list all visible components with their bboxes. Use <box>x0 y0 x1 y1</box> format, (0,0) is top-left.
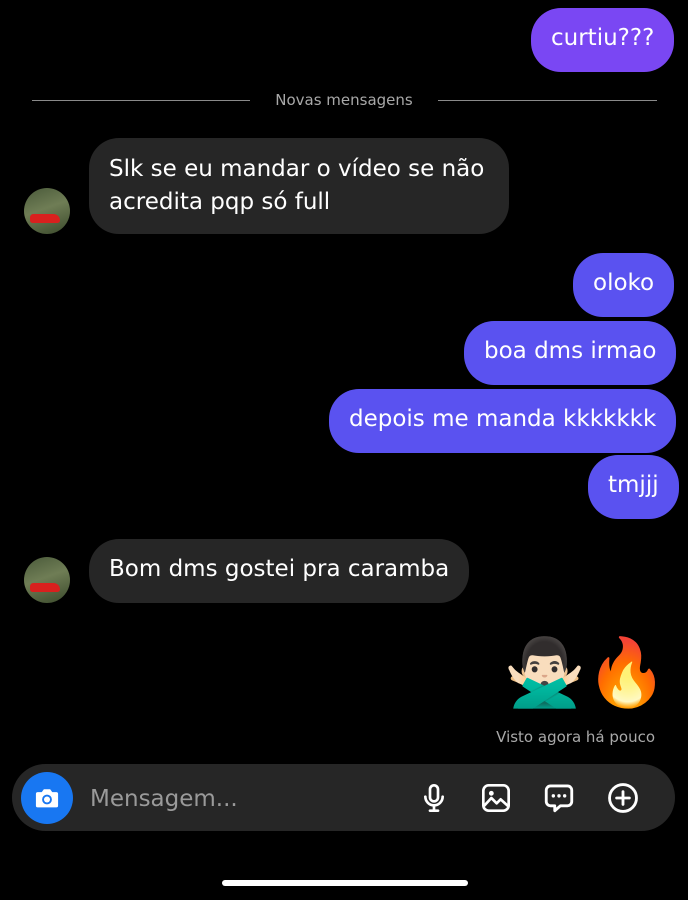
message-bubble-outgoing[interactable]: curtiu??? <box>531 8 675 72</box>
sticker-icon <box>544 784 574 813</box>
message-input[interactable] <box>88 781 392 817</box>
microphone-icon <box>424 784 444 812</box>
camera-button[interactable] <box>21 772 73 824</box>
camera-icon <box>35 789 59 808</box>
plus-icon <box>608 783 638 813</box>
message-bubble-outgoing[interactable]: oloko <box>573 253 675 317</box>
microphone-button[interactable] <box>417 781 451 815</box>
gallery-button[interactable] <box>479 781 513 815</box>
contact-avatar[interactable] <box>24 557 70 603</box>
home-indicator[interactable] <box>222 880 468 886</box>
contact-avatar[interactable] <box>24 188 70 234</box>
divider-line-left <box>32 100 250 101</box>
message-bubble-outgoing[interactable]: depois me manda kkkkkkk <box>329 389 677 453</box>
new-messages-divider: Novas mensagens <box>275 91 413 109</box>
message-composer <box>12 764 675 831</box>
image-icon <box>482 784 510 812</box>
message-bubble-incoming[interactable]: Bom dms gostei pra caramba <box>89 539 470 603</box>
emoji-message[interactable]: 🙅🏻‍♂️🔥 <box>504 628 668 718</box>
message-bubble-outgoing[interactable]: tmjjj <box>588 455 679 519</box>
sticker-button[interactable] <box>542 781 576 815</box>
message-bubble-outgoing[interactable]: boa dms irmao <box>464 321 677 385</box>
more-button[interactable] <box>606 781 640 815</box>
message-bubble-incoming[interactable]: Slk se eu mandar o vídeo se não acredita… <box>89 138 509 234</box>
divider-line-right <box>438 100 657 101</box>
seen-status: Visto agora há pouco <box>496 728 655 746</box>
